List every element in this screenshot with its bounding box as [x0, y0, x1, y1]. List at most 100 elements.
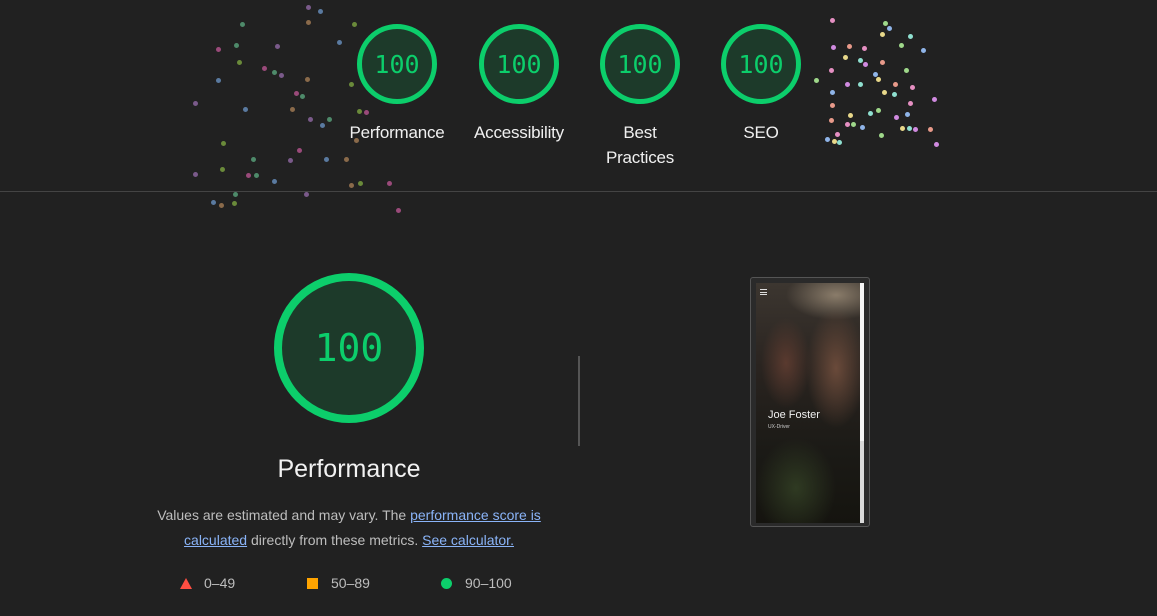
confetti-dot [327, 117, 332, 122]
confetti-dot [304, 192, 309, 197]
confetti-dot [344, 157, 349, 162]
gauge-label: Performance [349, 123, 445, 142]
confetti-dot [893, 82, 898, 87]
score-gauge-accessibility[interactable]: 100 Accessibility [464, 24, 574, 145]
confetti-dot [219, 203, 224, 208]
confetti-dot [294, 91, 299, 96]
pass-circle-icon [441, 577, 452, 589]
screenshot-scrollbar-thumb [860, 283, 864, 441]
confetti-dot [880, 32, 885, 37]
legend-pass: 90–100 [441, 575, 512, 591]
confetti-dot [830, 90, 835, 95]
gauge-score: 100 [617, 49, 663, 79]
performance-score: 100 [314, 326, 384, 370]
confetti-dot [882, 90, 887, 95]
confetti-dot [297, 148, 302, 153]
confetti-dot [234, 43, 239, 48]
confetti-dot [879, 133, 884, 138]
confetti-dot [831, 45, 836, 50]
confetti-dot [858, 82, 863, 87]
legend-average-label: 50–89 [331, 575, 370, 591]
confetti-dot [851, 122, 856, 127]
confetti-dot [211, 200, 216, 205]
confetti-dot [835, 132, 840, 137]
confetti-dot [830, 103, 835, 108]
score-gauge-best-practices[interactable]: 100 Best Practices [585, 24, 695, 170]
confetti-dot [358, 181, 363, 186]
confetti-dot [246, 173, 251, 178]
calculator-link[interactable]: See calculator. [422, 532, 514, 548]
confetti-dot [232, 201, 237, 206]
gauge-label: Accessibility [474, 123, 564, 142]
description-text: Values are estimated and may vary. The [157, 507, 411, 523]
confetti-dot [910, 85, 915, 90]
confetti-dot [863, 62, 868, 67]
screenshot-name: Joe Foster [768, 409, 820, 421]
confetti-dot [862, 46, 867, 51]
performance-gauge: 100 [274, 273, 424, 423]
confetti-dot [830, 18, 835, 23]
confetti-dot [843, 55, 848, 60]
hamburger-menu-icon [760, 289, 767, 297]
confetti-dot [845, 82, 850, 87]
confetti-dot [904, 68, 909, 73]
confetti-dot [349, 183, 354, 188]
gauge-ring: 100 [357, 24, 437, 104]
score-gauge-performance[interactable]: 100 Performance [342, 24, 452, 145]
confetti-dot [928, 127, 933, 132]
confetti-dot [880, 60, 885, 65]
section-divider [578, 356, 580, 446]
confetti-dot [932, 97, 937, 102]
score-gauge-seo[interactable]: 100 SEO [706, 24, 816, 145]
confetti-dot [251, 157, 256, 162]
performance-description: Values are estimated and may vary. The p… [140, 503, 558, 553]
confetti-dot [905, 112, 910, 117]
gauge-score: 100 [496, 49, 542, 79]
performance-title: Performance [277, 455, 421, 483]
confetti-dot [876, 77, 881, 82]
confetti-dot [892, 92, 897, 97]
confetti-dot [868, 111, 873, 116]
confetti-dot [908, 34, 913, 39]
confetti-dot [829, 118, 834, 123]
confetti-dot [308, 117, 313, 122]
confetti-dot [240, 22, 245, 27]
gauge-ring: 100 [721, 24, 801, 104]
confetti-dot [306, 5, 311, 10]
gauge-score: 100 [738, 49, 784, 79]
confetti-dot [193, 101, 198, 106]
confetti-dot [243, 107, 248, 112]
legend-pass-label: 90–100 [465, 575, 512, 591]
confetti-dot [934, 142, 939, 147]
confetti-dot [216, 78, 221, 83]
screenshot-scrollbar [860, 283, 864, 523]
confetti-dot [860, 125, 865, 130]
average-square-icon [307, 577, 318, 589]
screenshot-subtitle: UX-Driver [768, 424, 790, 430]
confetti-dot [288, 158, 293, 163]
legend-average: 50–89 [307, 575, 370, 591]
confetti-dot [221, 141, 226, 146]
confetti-dot [837, 140, 842, 145]
confetti-dot [829, 68, 834, 73]
confetti-dot [262, 66, 267, 71]
confetti-dot [272, 70, 277, 75]
confetti-dot [883, 21, 888, 26]
screenshot-image: Joe Foster UX-Driver [756, 283, 864, 523]
gauge-ring: 100 [600, 24, 680, 104]
confetti-dot [848, 113, 853, 118]
confetti-dot [900, 126, 905, 131]
gauge-ring: 100 [479, 24, 559, 104]
gauge-label: SEO [743, 123, 779, 142]
confetti-dot [306, 20, 311, 25]
confetti-dot [320, 123, 325, 128]
confetti-dot [876, 108, 881, 113]
confetti-dot [845, 122, 850, 127]
confetti-dot [290, 107, 295, 112]
confetti-dot [913, 127, 918, 132]
confetti-dot [387, 181, 392, 186]
confetti-dot [237, 60, 242, 65]
confetti-dot [887, 26, 892, 31]
confetti-dot [899, 43, 904, 48]
legend-fail: 0–49 [180, 575, 235, 591]
